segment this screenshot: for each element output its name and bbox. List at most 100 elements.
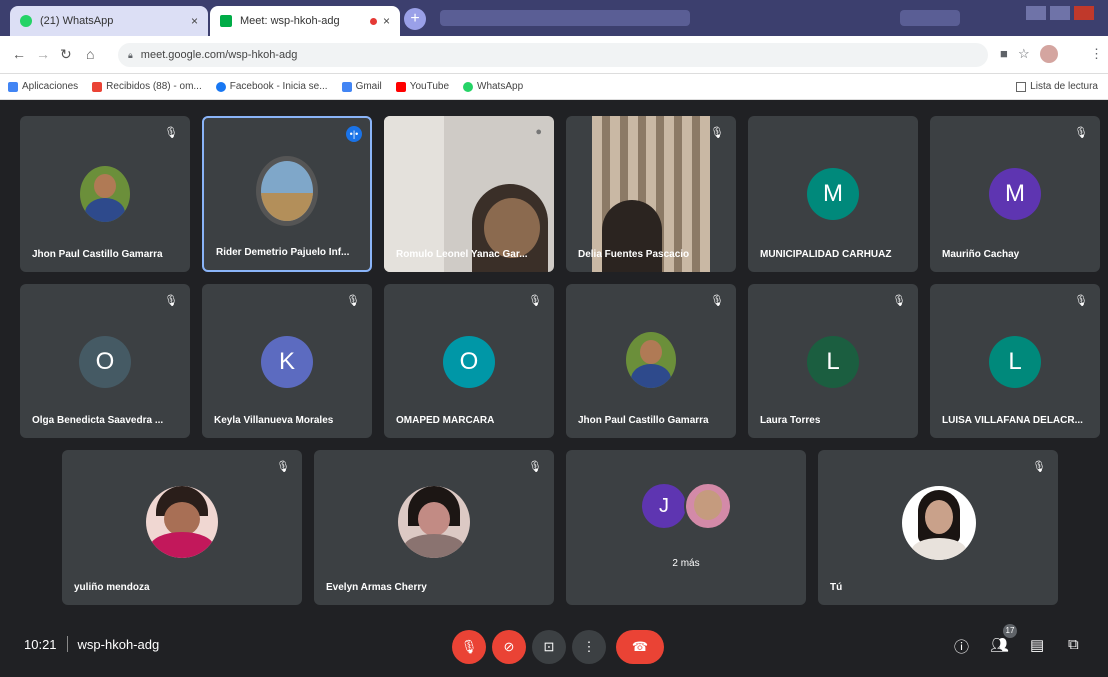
avatar: L [989, 336, 1041, 388]
bookmark-item[interactable]: WhatsApp [463, 81, 523, 92]
participant-tile[interactable]: •|• Rider Demetrio Pajuelo Inf... [202, 116, 372, 272]
mic-off-icon: 🎙︎ [460, 639, 478, 654]
speaking-indicator-icon: •|• [346, 126, 362, 142]
avatar: O [79, 336, 131, 388]
bookmark-item[interactable]: Facebook - Inicia se... [215, 81, 328, 92]
participant-tile-self[interactable]: 🎙︎ Tú [818, 450, 1058, 605]
mic-off-icon: 🎙︎ [892, 295, 906, 307]
minimize-button[interactable] [1026, 6, 1046, 20]
participant-tile[interactable]: 🎙︎ Jhon Paul Castillo Gamarra [566, 284, 736, 438]
avatar: M [989, 168, 1041, 220]
mic-off-icon: 🎙︎ [710, 295, 724, 307]
participant-tile[interactable]: 🎙︎ L Laura Torres [748, 284, 918, 438]
chat-icon[interactable]: ▤ [1030, 636, 1044, 654]
reading-list-button[interactable]: Lista de lectura [1016, 81, 1098, 92]
tab-title: Meet: wsp-hkoh-adg [240, 15, 340, 27]
participant-tile[interactable]: 🎙︎ Delia Fuentes Pascacio [566, 116, 736, 272]
people-count-badge: 17 [1003, 624, 1017, 638]
participant-tile[interactable]: 🎙︎ M Mauriño Cachay [930, 116, 1100, 272]
reading-list-label: Lista de lectura [1030, 81, 1098, 92]
star-icon[interactable]: ☆ [1018, 46, 1030, 62]
clock-time: 10:21 [24, 636, 57, 652]
meeting-info: 10:21 wsp-hkoh-adg [24, 636, 159, 652]
avatar [398, 486, 470, 558]
tab-meet[interactable]: Meet: wsp-hkoh-adg × [210, 6, 400, 36]
participant-tile[interactable]: 🎙︎ L LUISA VILLAFANA DELACR... [930, 284, 1100, 438]
avatar: K [261, 336, 313, 388]
participant-name: Jhon Paul Castillo Gamarra [32, 249, 163, 260]
leave-call-button[interactable]: ☎︎ [616, 630, 664, 664]
bookmark-label: Aplicaciones [22, 81, 79, 92]
participant-tile[interactable]: ● Romulo Leonel Yanac Gar... [384, 116, 554, 272]
participant-tile-group[interactable]: J 2 más [566, 450, 806, 605]
bookmark-item[interactable]: Aplicaciones [8, 81, 78, 92]
participant-tile[interactable]: 🎙︎ yuliño mendoza [62, 450, 302, 605]
participant-name: Mauriño Cachay [942, 249, 1020, 260]
close-tab-icon[interactable]: × [191, 14, 198, 28]
avatar: L [807, 336, 859, 388]
mic-off-icon: ● [535, 126, 542, 138]
present-screen-button[interactable]: ⊡ [532, 630, 566, 664]
participant-tile[interactable]: 🎙︎ Evelyn Armas Cherry [314, 450, 554, 605]
mic-off-icon: 🎙︎ [1074, 127, 1088, 139]
meet-grid: 🎙︎ Jhon Paul Castillo Gamarra •|• Rider … [0, 100, 1108, 677]
participant-name: Olga Benedicta Saavedra ... [32, 415, 164, 426]
tab-whatsapp[interactable]: (21) WhatsApp × [10, 6, 208, 36]
url-field[interactable]: 🔒︎ meet.google.com/wsp-hkoh-adg [118, 43, 988, 67]
bookmark-item[interactable]: Gmail [341, 81, 382, 92]
info-icon[interactable]: ⓘ [954, 636, 969, 657]
participant-tile[interactable]: M MUNICIPALIDAD CARHUAZ [748, 116, 918, 272]
hang-up-icon: ☎︎ [631, 639, 649, 654]
close-window-button[interactable] [1074, 6, 1094, 20]
new-tab-button[interactable]: + [404, 8, 426, 30]
participant-name: Laura Torres [760, 415, 821, 426]
address-bar-row: ← → ↻ ⌂ 🔒︎ meet.google.com/wsp-hkoh-adg … [0, 36, 1108, 74]
camera-icon[interactable]: ■ [1000, 46, 1008, 61]
activities-icon[interactable]: ⧉ [1068, 636, 1079, 653]
more-options-button[interactable]: ⋮ [572, 630, 606, 664]
avatar: O [443, 336, 495, 388]
mic-off-icon: 🎙︎ [346, 295, 360, 307]
recording-dot-icon [369, 17, 377, 25]
meeting-code: wsp-hkoh-adg [77, 636, 160, 652]
people-icon[interactable]: 👥︎ [990, 636, 1009, 654]
maximize-button[interactable] [1050, 6, 1070, 20]
mic-off-icon: 🎙︎ [710, 127, 724, 139]
participant-name: Evelyn Armas Cherry [326, 582, 427, 593]
mic-off-button[interactable]: 🎙︎ [452, 630, 486, 664]
bookmark-item[interactable]: YouTube [395, 81, 449, 92]
window-controls [1026, 6, 1094, 20]
back-arrow-icon[interactable]: ← [12, 46, 26, 62]
meet-icon [220, 15, 232, 27]
bookmark-label: YouTube [409, 81, 449, 92]
blurred-tab [440, 10, 690, 26]
more-participants-label: 2 más [672, 558, 700, 569]
profile-avatar[interactable] [1040, 45, 1058, 63]
participant-tile[interactable]: 🎙︎ O OMAPED MARCARA [384, 284, 554, 438]
forward-arrow-icon[interactable]: → [36, 46, 50, 62]
bookmark-item[interactable]: Recibidos (88) - om... [92, 81, 202, 92]
tab-title: (21) WhatsApp [40, 15, 114, 27]
bookmark-label: Gmail [355, 81, 382, 92]
reload-icon[interactable]: ↻ [60, 46, 72, 63]
participant-tile[interactable]: 🎙︎ O Olga Benedicta Saavedra ... [20, 284, 190, 438]
participant-name: Jhon Paul Castillo Gamarra [578, 415, 709, 426]
participant-name: MUNICIPALIDAD CARHUAZ [760, 249, 892, 260]
gmail-icon [92, 81, 103, 92]
participant-name: OMAPED MARCARA [396, 415, 495, 426]
mic-off-icon: 🎙︎ [276, 461, 290, 473]
home-icon[interactable]: ⌂ [86, 46, 94, 62]
bookmark-label: Recibidos (88) - om... [106, 81, 202, 92]
mic-off-icon: 🎙︎ [164, 295, 178, 307]
close-tab-icon[interactable]: × [383, 14, 390, 28]
google-icon [341, 81, 352, 92]
participant-tile[interactable]: 🎙︎ Jhon Paul Castillo Gamarra [20, 116, 190, 272]
camera-off-button[interactable]: ⊘ [492, 630, 526, 664]
participant-tile[interactable]: 🎙︎ K Keyla Villanueva Morales [202, 284, 372, 438]
avatar [80, 166, 130, 222]
menu-kebab-icon[interactable]: ⋮ [1090, 46, 1103, 62]
whatsapp-icon [463, 81, 473, 92]
lock-icon: 🔒︎ [128, 49, 133, 60]
avatar [684, 482, 732, 530]
reading-list-icon [1016, 81, 1027, 92]
